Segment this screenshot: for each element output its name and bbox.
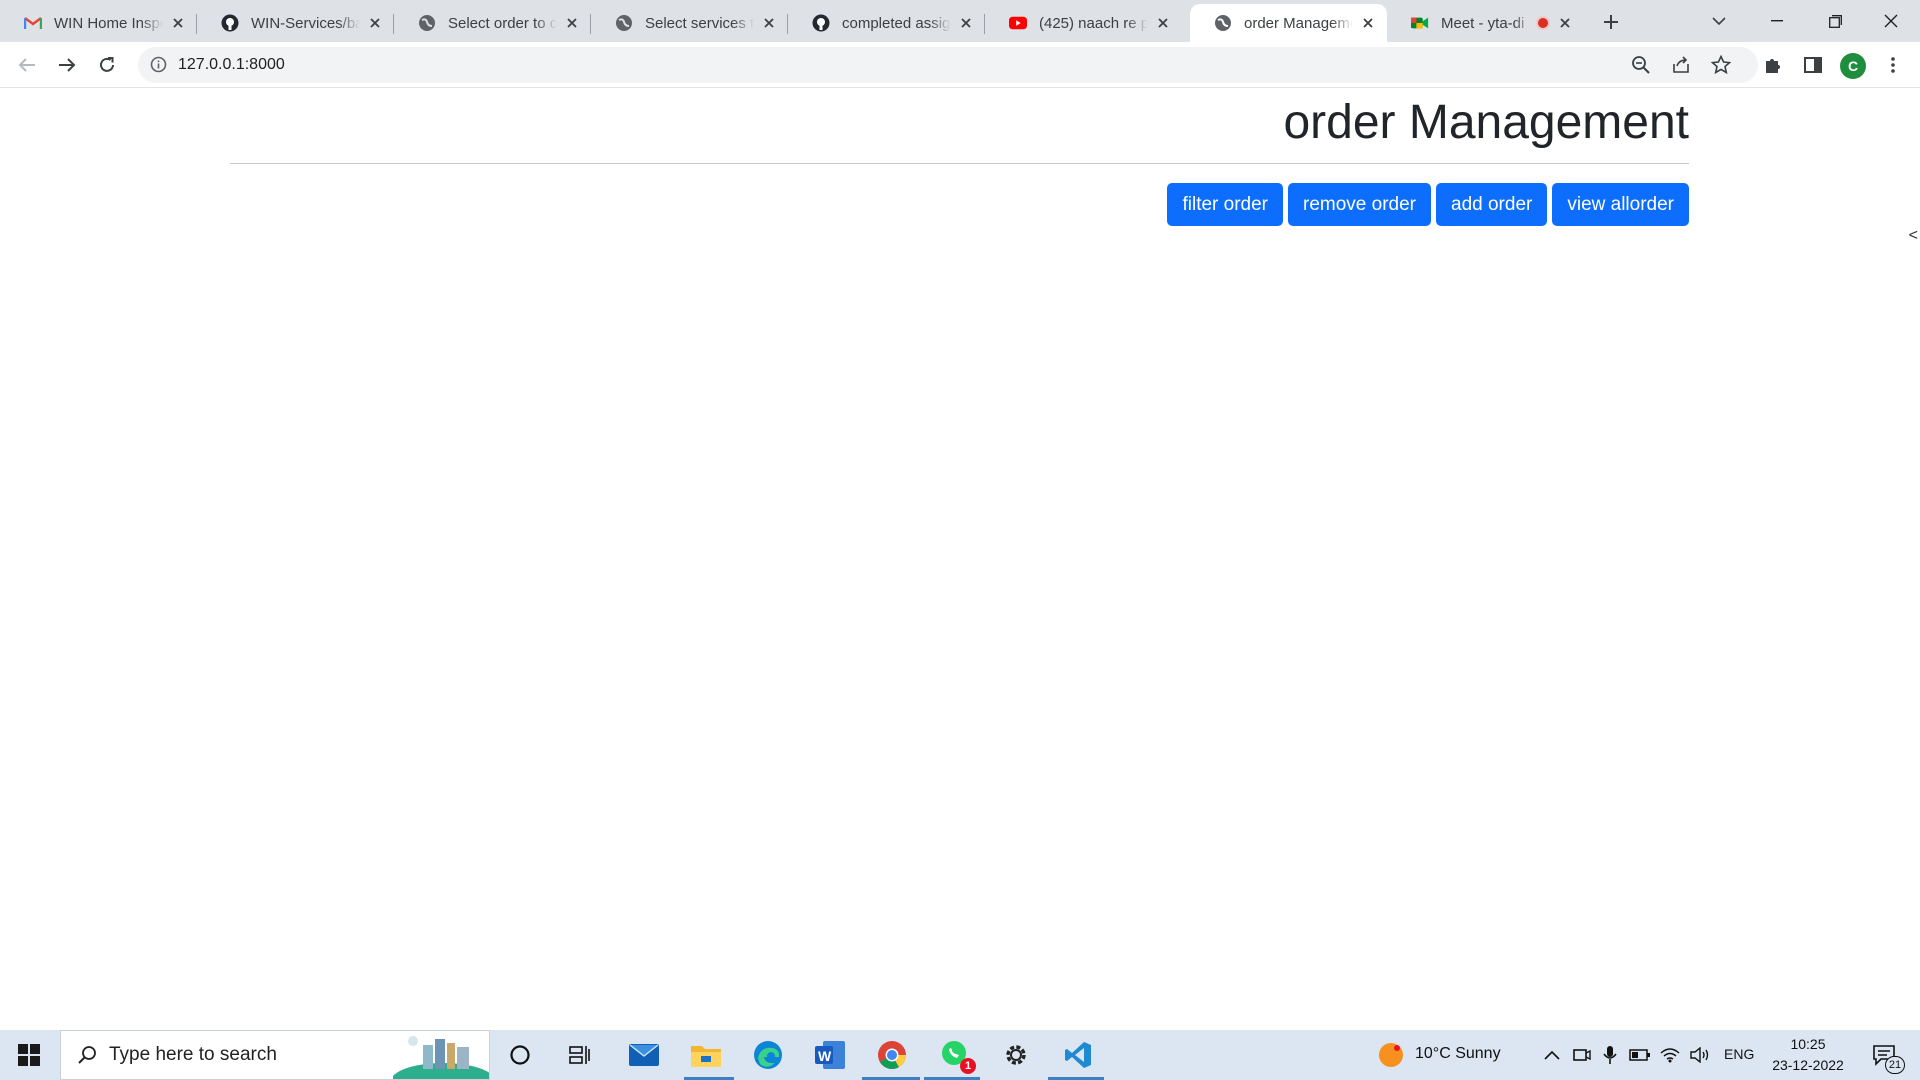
profile-avatar[interactable]: C [1840, 53, 1866, 79]
close-tab-icon[interactable] [1359, 14, 1377, 32]
volume-icon[interactable] [1688, 1030, 1712, 1080]
search-icon [77, 1045, 97, 1065]
word-icon[interactable]: W [808, 1030, 852, 1080]
vscode-icon[interactable] [1056, 1030, 1100, 1080]
tab-title: WIN Home Inspe [54, 14, 163, 32]
edge-browser-icon[interactable] [746, 1030, 790, 1080]
back-arrow-icon[interactable] [12, 50, 42, 80]
whatsapp-badge: 1 [960, 1058, 976, 1074]
close-tab-icon[interactable] [1556, 14, 1574, 32]
wifi-icon[interactable] [1658, 1030, 1682, 1080]
web-page: order Management filter order remove ord… [0, 89, 1920, 1030]
tab-title: completed assign [842, 14, 951, 32]
search-highlight-city-icon [393, 1031, 489, 1079]
mail-icon[interactable] [622, 1030, 666, 1080]
taskbar-search-input[interactable]: Type here to search [60, 1030, 490, 1080]
tab-meet[interactable]: Meet - yta-di [1387, 4, 1584, 42]
tab-order-management[interactable]: order Manageme [1190, 4, 1387, 42]
tab-select-order[interactable]: Select order to ch [394, 4, 591, 42]
forward-arrow-icon[interactable] [52, 50, 82, 80]
tab-title: order Manageme [1244, 14, 1353, 32]
tab-gmail[interactable]: WIN Home Inspe [0, 4, 197, 42]
github-icon [812, 14, 830, 32]
tab-title: Select order to ch [448, 14, 557, 32]
page-title: order Management [1283, 96, 1689, 149]
browser-tab-strip: WIN Home Inspe WIN-Services/bac Select o… [0, 0, 1920, 42]
reload-icon[interactable] [92, 50, 122, 80]
whatsapp-icon[interactable]: 1 [934, 1030, 978, 1080]
search-placeholder: Type here to search [109, 1044, 277, 1065]
tab-title: Select services to [645, 14, 754, 32]
notification-count-badge: 21 [1885, 1056, 1905, 1074]
chrome-icon[interactable] [870, 1030, 914, 1080]
close-tab-icon[interactable] [1154, 14, 1172, 32]
site-info-icon[interactable] [150, 56, 167, 78]
close-tab-icon[interactable] [169, 14, 187, 32]
close-tab-icon[interactable] [760, 14, 778, 32]
browser-menu-kebab-icon[interactable] [1880, 52, 1906, 78]
windows-start-icon[interactable] [0, 1030, 58, 1080]
weather-sun-icon[interactable] [1376, 1030, 1406, 1080]
remove-order-button[interactable]: remove order [1288, 183, 1431, 226]
url-text: 127.0.0.1:8000 [178, 56, 285, 73]
tab-select-services[interactable]: Select services to [591, 4, 788, 42]
svg-text:W: W [818, 1048, 832, 1064]
view-all-order-button[interactable]: view allorder [1552, 183, 1689, 226]
address-bar[interactable]: 127.0.0.1:8000 [138, 47, 1758, 83]
new-tab-button[interactable] [1597, 8, 1625, 36]
close-tab-icon[interactable] [366, 14, 384, 32]
github-icon [221, 14, 239, 32]
notification-center-icon[interactable]: 21 [1864, 1030, 1905, 1080]
settings-gear-icon[interactable] [994, 1030, 1038, 1080]
browser-toolbar: 127.0.0.1:8000 C [0, 42, 1920, 88]
page-container: order Management filter order remove ord… [230, 89, 1689, 226]
restore-button[interactable] [1806, 0, 1864, 42]
tray-chevron-up-icon[interactable] [1540, 1030, 1564, 1080]
globe-icon [1214, 14, 1232, 32]
battery-icon[interactable] [1628, 1030, 1652, 1080]
weather-text[interactable]: 10°C Sunny [1415, 1045, 1501, 1063]
globe-icon [615, 14, 633, 32]
microphone-icon[interactable] [1598, 1030, 1622, 1080]
tab-youtube[interactable]: (425) naach re pa [985, 4, 1182, 42]
tab-completed-assignment[interactable]: completed assign [788, 4, 985, 42]
share-icon[interactable] [1671, 55, 1691, 75]
recording-icon [1536, 16, 1550, 30]
filter-order-button[interactable]: filter order [1167, 183, 1283, 226]
title-divider [230, 163, 1689, 164]
language-indicator[interactable]: ENG [1724, 1046, 1754, 1062]
taskbar-clock[interactable]: 10:25 23-12-2022 [1766, 1034, 1850, 1076]
meet-tray-icon[interactable] [1570, 1030, 1594, 1080]
cortana-circle-icon[interactable] [500, 1030, 540, 1080]
close-window-button[interactable] [1862, 0, 1920, 42]
side-panel-icon[interactable] [1800, 52, 1826, 78]
clock-time: 10:25 [1790, 1036, 1826, 1052]
extensions-puzzle-icon[interactable] [1760, 52, 1786, 78]
globe-icon [418, 14, 436, 32]
meet-icon [1411, 14, 1429, 32]
close-tab-icon[interactable] [563, 14, 581, 32]
zoom-icon[interactable] [1631, 55, 1651, 75]
minimize-button[interactable] [1748, 0, 1806, 42]
gmail-icon [24, 14, 42, 32]
add-order-button[interactable]: add order [1436, 183, 1548, 226]
youtube-icon [1009, 14, 1027, 32]
tab-search-chevron-down-icon[interactable] [1690, 0, 1748, 42]
file-explorer-icon[interactable] [684, 1030, 728, 1080]
clock-date: 23-12-2022 [1772, 1057, 1844, 1073]
side-toggle-chevron-left-icon[interactable]: < [1909, 227, 1918, 245]
tab-title: Meet - yta-di [1441, 14, 1525, 32]
bookmark-star-icon[interactable] [1710, 54, 1732, 75]
close-tab-icon[interactable] [957, 14, 975, 32]
tab-title: WIN-Services/bac [251, 14, 360, 32]
task-view-icon[interactable] [560, 1030, 600, 1080]
tab-title: (425) naach re pa [1039, 14, 1148, 32]
tab-github-win-services[interactable]: WIN-Services/bac [197, 4, 394, 42]
action-button-row: filter order remove order add order view… [230, 183, 1689, 226]
windows-taskbar: Type here to search W 1 10°C Sunny ENG 1… [0, 1030, 1920, 1080]
